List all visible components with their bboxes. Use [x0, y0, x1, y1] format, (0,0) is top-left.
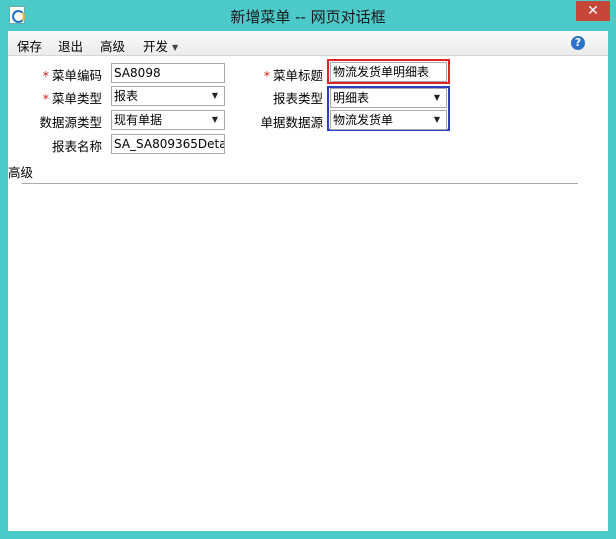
- chevron-down-icon: ▼: [172, 43, 179, 52]
- doc-datasource-value: 物流发货单: [333, 113, 394, 127]
- section-divider: [22, 183, 578, 185]
- menu-code-input[interactable]: SA8098: [111, 63, 225, 83]
- save-menu-item[interactable]: 保存: [17, 36, 42, 55]
- report-name-input[interactable]: SA_SA809365DetailR: [111, 134, 225, 154]
- report-type-label: 报表类型: [272, 91, 323, 106]
- menu-code-label-text: 菜单编码: [51, 68, 102, 83]
- advanced-menu-item[interactable]: 高级: [100, 36, 125, 55]
- dropdown-arrow-icon: ▼: [433, 115, 440, 124]
- report-name-label: 报表名称: [51, 139, 102, 154]
- menu-type-label: * 菜单类型: [43, 88, 102, 107]
- datasource-type-value: 现有单据: [114, 113, 163, 127]
- menu-type-value: 报表: [114, 89, 139, 103]
- menu-title-label: * 菜单标题: [264, 65, 323, 84]
- required-marker: *: [42, 68, 49, 83]
- dropdown-arrow-icon: ▼: [211, 115, 218, 124]
- doc-datasource-select[interactable]: 物流发货单 ▼: [330, 110, 447, 130]
- datasource-type-select[interactable]: 现有单据 ▼: [111, 110, 225, 130]
- menu-type-select[interactable]: 报表 ▼: [111, 86, 225, 106]
- menu-title-label-text: 菜单标题: [272, 68, 323, 83]
- dropdown-arrow-icon: ▼: [211, 91, 218, 100]
- required-marker: *: [42, 91, 49, 106]
- doc-datasource-label: 单据数据源: [260, 115, 323, 130]
- dialog-content: 保存 退出 高级 开发 ▼ ? * 菜单编码 SA8098 * 菜单标题 物流发货单明…: [8, 31, 608, 531]
- develop-menu-label: 开发: [143, 39, 169, 54]
- close-button[interactable]: ✕: [576, 1, 610, 21]
- advanced-section-label: 高级: [8, 165, 34, 180]
- help-icon[interactable]: ?: [571, 36, 585, 50]
- exit-menu-item[interactable]: 退出: [58, 36, 83, 55]
- menu-bar: 保存 退出 高级 开发 ▼ ?: [8, 31, 608, 56]
- menu-code-label: * 菜单编码: [43, 65, 102, 84]
- develop-menu[interactable]: 开发 ▼: [143, 36, 178, 55]
- window-title: 新增菜单 -- 网页对话框: [230, 8, 386, 26]
- highlight-box-red: [327, 59, 450, 84]
- title-bar: 新增菜单 -- 网页对话框 ✕: [0, 0, 616, 31]
- required-marker: *: [263, 68, 270, 83]
- datasource-type-label: 数据源类型: [39, 115, 102, 130]
- dialog-window: 新增菜单 -- 网页对话框 ✕ 保存 退出 高级 开发 ▼ ? * 菜单编码 SA8…: [0, 0, 616, 539]
- menu-type-label-text: 菜单类型: [51, 91, 102, 106]
